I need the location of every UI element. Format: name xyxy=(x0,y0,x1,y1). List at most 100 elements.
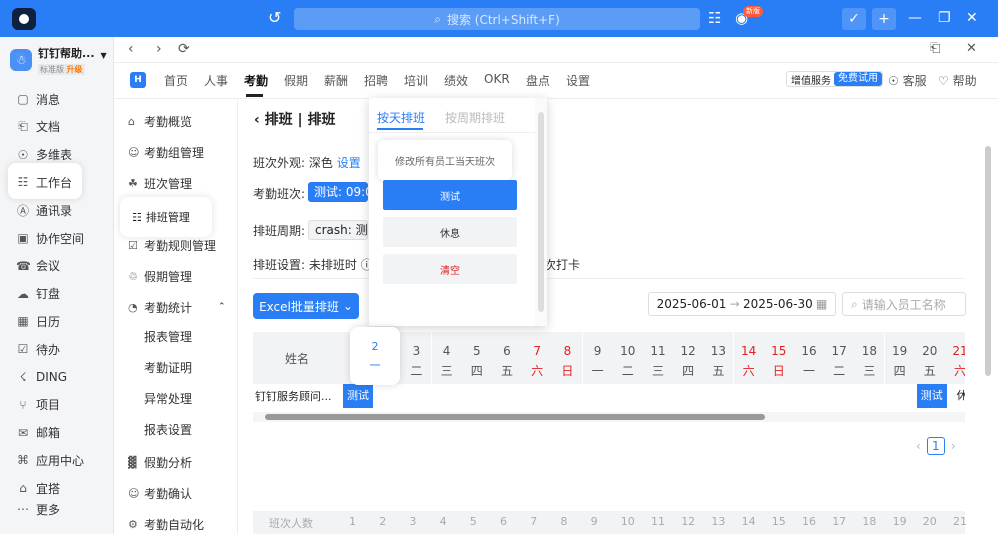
tab-0[interactable]: 首页 xyxy=(164,72,188,89)
day-header[interactable]: 11 三 xyxy=(643,332,673,384)
schedule-cell[interactable] xyxy=(494,384,524,408)
restore-icon[interactable]: ❐ xyxy=(938,9,951,27)
schedule-cell[interactable] xyxy=(766,384,796,408)
tab-2[interactable]: 考勤 xyxy=(244,72,268,89)
day-header[interactable]: 13 五 xyxy=(703,332,734,384)
tab-4[interactable]: 薪酬 xyxy=(324,72,348,89)
submenu-item-8[interactable]: 考勤证明 xyxy=(144,359,192,376)
forward-icon[interactable]: › xyxy=(156,41,162,57)
selected-day-header[interactable]: 2 一 xyxy=(350,327,400,385)
day-header[interactable]: 19 四 xyxy=(884,332,915,384)
schedule-cell[interactable] xyxy=(464,384,494,408)
submenu-item-10[interactable]: 报表设置 xyxy=(144,421,192,438)
schedule-cell[interactable] xyxy=(705,384,735,408)
service-link[interactable]: ☉ 客服 xyxy=(888,72,927,89)
option-clear[interactable]: 清空 xyxy=(383,254,517,284)
free-trial-badge[interactable]: 免费试用 xyxy=(834,72,882,86)
option-test[interactable]: 测试 xyxy=(383,180,517,210)
schedule-cell[interactable] xyxy=(887,384,917,408)
day-header[interactable]: 3二 xyxy=(401,332,432,384)
excel-batch-button[interactable]: Excel批量排班 ⌄ xyxy=(253,293,359,319)
horizontal-scrollbar[interactable] xyxy=(253,412,965,422)
day-header[interactable]: 4三 xyxy=(431,332,462,384)
day-header[interactable]: 9一 xyxy=(582,332,613,384)
submenu-item-7[interactable]: 报表管理 xyxy=(144,328,192,345)
date-range-picker[interactable]: 2025-06-01 → 2025-06-30 ▦ xyxy=(648,292,836,316)
sidebar-item-13[interactable]: ⌘ 应用中心 xyxy=(16,450,84,470)
sidebar-item-14[interactable]: ⌂ 宜搭 xyxy=(16,478,60,498)
check-icon[interactable]: ✓ xyxy=(842,8,866,30)
vas-pill[interactable]: 增值服务 免费试用 xyxy=(786,71,883,87)
next-page-icon[interactable]: › xyxy=(951,439,956,453)
day-header[interactable]: 14 六 xyxy=(733,332,764,384)
schedule-cell[interactable] xyxy=(826,384,856,408)
schedule-cell[interactable] xyxy=(856,384,886,408)
tab-9[interactable]: 盘点 xyxy=(526,72,550,89)
popout-icon[interactable]: ⎗ xyxy=(930,41,940,56)
schedule-cell[interactable] xyxy=(736,384,766,408)
submenu-item-schedule[interactable]: ☷ 排班管理 xyxy=(120,197,212,237)
schedule-cell[interactable] xyxy=(373,384,403,408)
tab-7[interactable]: 绩效 xyxy=(444,72,468,89)
day-header[interactable]: 6五 xyxy=(492,332,522,384)
submenu-item-12[interactable]: ☺ 考勤确认 xyxy=(128,483,192,503)
add-icon[interactable]: + xyxy=(872,8,896,30)
apps-grid-icon[interactable]: ☷ xyxy=(708,8,721,28)
submenu-item-5[interactable]: ♲ 假期管理 xyxy=(128,266,192,286)
employee-search-input[interactable]: ⌕ 请输入员工名称 xyxy=(842,292,966,316)
sidebar-item-7[interactable]: ☁ 钉盘 xyxy=(16,284,60,304)
sidebar-item-3[interactable]: ☷ 工作台 xyxy=(16,172,72,192)
day-header[interactable]: 16 一 xyxy=(794,332,824,384)
schedule-cell[interactable] xyxy=(796,384,826,408)
day-header[interactable]: 12 四 xyxy=(673,332,704,384)
org-switcher[interactable]: ☃ 钉钉帮助... 标准版 升级 ▼ xyxy=(10,45,107,75)
app-logo[interactable] xyxy=(12,8,36,30)
sidebar-item-6[interactable]: ☎ 会议 xyxy=(16,256,60,276)
appearance-settings-link[interactable]: 设置 xyxy=(337,156,361,170)
help-link[interactable]: ♡ 帮助 xyxy=(938,72,977,89)
sidebar-item-9[interactable]: ☑ 待办 xyxy=(16,339,60,359)
back-icon[interactable]: ‹ xyxy=(128,41,134,57)
day-header[interactable]: 20 五 xyxy=(914,332,945,384)
day-header[interactable]: 15 日 xyxy=(763,332,794,384)
popup-scrollbar[interactable] xyxy=(535,98,547,326)
submenu-item-6[interactable]: ◔ 考勤统计 ⌃ xyxy=(128,297,226,317)
sidebar-item-2[interactable]: ☉ 多维表 xyxy=(16,145,72,165)
submenu-item-11[interactable]: ▓ 假勤分析 xyxy=(128,452,192,472)
global-search-input[interactable]: ⌕ 搜索 (Ctrl+Shift+F) xyxy=(294,8,700,30)
day-header[interactable]: 5四 xyxy=(461,332,492,384)
history-icon[interactable]: ↺ xyxy=(268,9,281,27)
tab-by-cycle[interactable]: 按周期排班 xyxy=(445,109,505,126)
sidebar-item-10[interactable]: ☇ DING xyxy=(16,367,68,387)
tab-8[interactable]: OKR xyxy=(484,72,510,86)
day-header[interactable]: 17 二 xyxy=(824,332,855,384)
tab-3[interactable]: 假期 xyxy=(284,72,308,89)
schedule-cell[interactable]: 测试 xyxy=(916,384,947,408)
schedule-cell[interactable] xyxy=(524,384,554,408)
refresh-icon[interactable]: ⟳ xyxy=(178,41,190,57)
schedule-cell[interactable]: 测试 xyxy=(343,384,373,408)
day-header[interactable]: 21 六 xyxy=(945,332,965,384)
cycle-chip[interactable]: crash: 测试 xyxy=(308,220,368,240)
sidebar-item-11[interactable]: ⑂ 项目 xyxy=(16,395,60,415)
tab-6[interactable]: 培训 xyxy=(404,72,428,89)
day-header[interactable]: 8日 xyxy=(552,332,583,384)
schedule-cell[interactable] xyxy=(615,384,645,408)
page-title[interactable]: ‹ 排班 | 排班 xyxy=(254,109,336,129)
schedule-cell[interactable] xyxy=(645,384,675,408)
shift-chip[interactable]: 测试: 09:00 xyxy=(308,182,368,202)
day-header[interactable]: 10 二 xyxy=(612,332,643,384)
sidebar-item-5[interactable]: ▣ 协作空间 xyxy=(16,228,84,248)
tab-by-day[interactable]: 按天排班 xyxy=(377,109,425,126)
schedule-cell[interactable]: 休 xyxy=(947,384,966,408)
schedule-cell[interactable] xyxy=(675,384,705,408)
sidebar-item-1[interactable]: ⎗ 文档 xyxy=(16,117,60,137)
tab-10[interactable]: 设置 xyxy=(566,72,590,89)
close-page-icon[interactable]: ✕ xyxy=(966,41,977,56)
sidebar-item-4[interactable]: Ⓐ 通讯录 xyxy=(16,200,72,220)
page-number[interactable]: 1 xyxy=(926,437,945,455)
schedule-cell[interactable] xyxy=(403,384,433,408)
vertical-scrollbar[interactable] xyxy=(984,140,992,380)
submenu-item-9[interactable]: 异常处理 xyxy=(144,390,192,407)
schedule-cell[interactable] xyxy=(434,384,464,408)
